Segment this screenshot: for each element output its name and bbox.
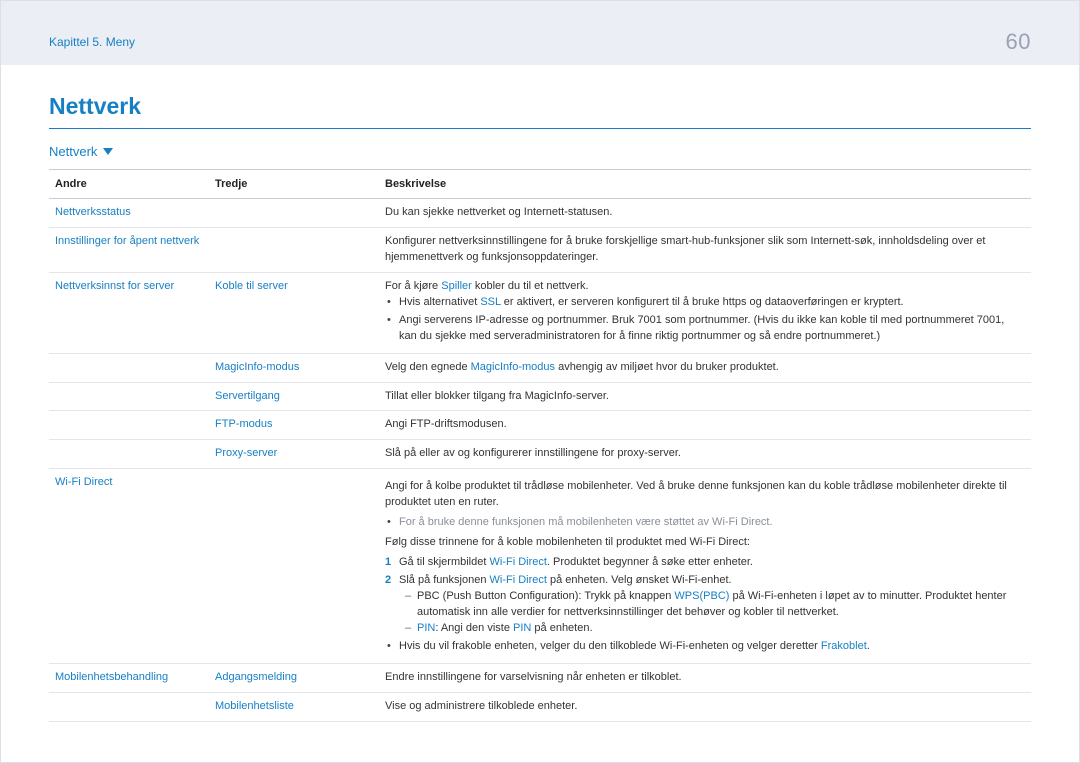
wifi-direct-inline-link[interactable]: Wi-Fi Direct (489, 556, 546, 568)
koble-til-server-link[interactable]: Koble til server (215, 280, 288, 292)
settings-table: Andre Tredje Beskrivelse Nettverksstatus… (49, 169, 1031, 722)
adgangsmelding-link[interactable]: Adgangsmelding (215, 671, 297, 683)
section-dropdown[interactable]: Nettverk (49, 144, 113, 159)
text: Følg disse trinnene for å koble mobilenh… (385, 535, 1025, 551)
list-item: Hvis alternativet SSL er aktivert, er se… (399, 295, 1025, 311)
text: . (867, 640, 870, 652)
list-item: Angi serverens IP-adresse og portnummer.… (399, 313, 1025, 345)
proxy-server-link[interactable]: Proxy-server (215, 447, 277, 459)
table-header-row: Andre Tredje Beskrivelse (49, 170, 1031, 199)
ftp-modus-desc: Angi FTP-driftsmodusen. (379, 411, 1031, 440)
manual-page: Kapittel 5. Meny 60 Nettverk Nettverk An… (0, 0, 1080, 763)
text: . Produktet begynner å søke etter enhete… (547, 556, 753, 568)
text: For å kjøre (385, 280, 441, 292)
frakoblet-link[interactable]: Frakoblet (821, 640, 867, 652)
chapter-label: Kapittel 5. Meny (49, 35, 135, 49)
page-content: Nettverk Nettverk Andre Tredje Beskrivel… (1, 65, 1079, 722)
step-number: 1 (385, 555, 397, 571)
list-item: Hvis du vil frakoble enheten, velger du … (399, 639, 1025, 655)
chevron-down-icon (103, 148, 113, 155)
text: Hvis du vil frakoble enheten, velger du … (399, 640, 821, 652)
ssl-link[interactable]: SSL (480, 296, 500, 308)
magicinfo-link-inline[interactable]: MagicInfo-modus (471, 361, 555, 373)
wifi-direct-inline-link-2[interactable]: Wi-Fi Direct (490, 574, 547, 586)
row-servertilgang: Servertilgang Tillat eller blokker tilga… (49, 382, 1031, 411)
wifi-direct-link[interactable]: Wi-Fi Direct (55, 476, 112, 488)
text: PBC (Push Button Configuration): Trykk p… (417, 590, 674, 602)
mobilenhetsbehandling-link[interactable]: Mobilenhetsbehandling (55, 671, 168, 683)
row-proxy-server: Proxy-server Slå på eller av og konfigur… (49, 440, 1031, 469)
magicinfo-modus-link[interactable]: MagicInfo-modus (215, 361, 299, 373)
nettverksstatus-desc: Du kan sjekke nettverket og Internett-st… (379, 199, 1031, 228)
text: avhengig av miljøet hvor du bruker produ… (555, 361, 779, 373)
text: kobler du til et nettverk. (472, 280, 589, 292)
note-text: For å bruke denne funksjonen må mobilenh… (399, 515, 1025, 531)
col-andre: Andre (49, 170, 209, 199)
koble-til-server-desc: For å kjøre Spiller kobler du til et net… (379, 272, 1031, 353)
pin-label[interactable]: PIN (417, 622, 435, 634)
page-number: 60 (1006, 29, 1031, 55)
proxy-server-desc: Slå på eller av og konfigurerer innstill… (379, 440, 1031, 469)
text: på enheten. (531, 622, 592, 634)
pin-link[interactable]: PIN (513, 622, 531, 634)
row-innstillinger-apent: Innstillinger for åpent nettverk Konfigu… (49, 227, 1031, 272)
page-title: Nettverk (49, 83, 1031, 129)
innstillinger-apent-link[interactable]: Innstillinger for åpent nettverk (55, 235, 199, 247)
text: Hvis alternativet (399, 296, 480, 308)
text: Slå på funksjonen (399, 574, 490, 586)
wps-pbc-link[interactable]: WPS(PBC) (674, 590, 729, 602)
nettverksinnst-server-link[interactable]: Nettverksinnst for server (55, 280, 174, 292)
text: Velg den egnede (385, 361, 471, 373)
nettverksstatus-link[interactable]: Nettverksstatus (55, 206, 131, 218)
step-number: 2 (385, 573, 397, 589)
innstillinger-apent-desc: Konfigurer nettverksinnstillingene for å… (379, 227, 1031, 272)
row-magicinfo: MagicInfo-modus Velg den egnede MagicInf… (49, 353, 1031, 382)
mobilenhetsliste-link[interactable]: Mobilenhetsliste (215, 700, 294, 712)
step-2: 2Slå på funksjonen Wi-Fi Direct på enhet… (399, 573, 1025, 637)
text: er aktivert, er serveren konfigurert til… (501, 296, 904, 308)
row-koble-til-server: Nettverksinnst for server Koble til serv… (49, 272, 1031, 353)
step-1: 1Gå til skjermbildet Wi-Fi Direct. Produ… (399, 555, 1025, 571)
row-wifi-direct: Wi-Fi Direct Angi for å kolbe produktet … (49, 469, 1031, 663)
sub-item-pin: PIN: Angi den viste PIN på enheten. (417, 621, 1025, 637)
sub-item-pbc: PBC (Push Button Configuration): Trykk p… (417, 589, 1025, 621)
spiller-link[interactable]: Spiller (441, 280, 472, 292)
section-dropdown-label: Nettverk (49, 144, 97, 159)
row-mobilenhetsliste: Mobilenhetsliste Vise og administrere ti… (49, 692, 1031, 721)
row-adgangsmelding: Mobilenhetsbehandling Adgangsmelding End… (49, 663, 1031, 692)
text: Angi for å kolbe produktet til trådløse … (385, 479, 1025, 511)
page-header: Kapittel 5. Meny 60 (1, 1, 1079, 65)
servertilgang-link[interactable]: Servertilgang (215, 390, 280, 402)
col-tredje: Tredje (209, 170, 379, 199)
text: på enheten. Velg ønsket Wi-Fi-enhet. (547, 574, 732, 586)
servertilgang-desc: Tillat eller blokker tilgang fra MagicIn… (379, 382, 1031, 411)
wifi-direct-desc: Angi for å kolbe produktet til trådløse … (379, 469, 1031, 663)
row-nettverksstatus: Nettverksstatus Du kan sjekke nettverket… (49, 199, 1031, 228)
magicinfo-desc: Velg den egnede MagicInfo-modus avhengig… (379, 353, 1031, 382)
text: : Angi den viste (435, 622, 513, 634)
mobilenhetsliste-desc: Vise og administrere tilkoblede enheter. (379, 692, 1031, 721)
row-ftp-modus: FTP-modus Angi FTP-driftsmodusen. (49, 411, 1031, 440)
text: Gå til skjermbildet (399, 556, 489, 568)
adgangsmelding-desc: Endre innstillingene for varselvisning n… (379, 663, 1031, 692)
ftp-modus-link[interactable]: FTP-modus (215, 418, 272, 430)
col-beskrivelse: Beskrivelse (379, 170, 1031, 199)
